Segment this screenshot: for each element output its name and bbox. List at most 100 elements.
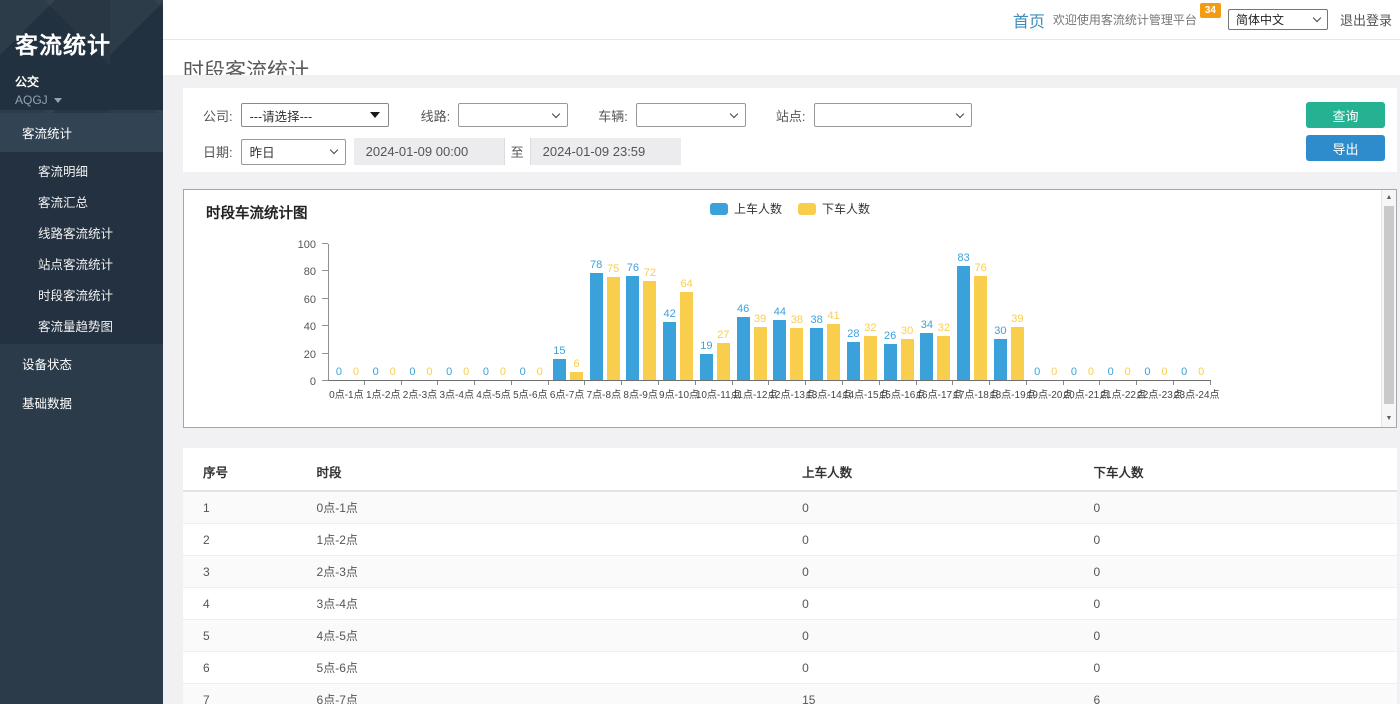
export-button[interactable]: 导出 [1306,135,1385,161]
table-row[interactable]: 54点-5点00 [183,620,1397,652]
sidebar-item-flow-trend[interactable]: 客流量趋势图 [0,310,163,341]
bar-group: 00 [1064,244,1101,380]
vehicle-select[interactable] [636,103,746,127]
chart-scrollbar[interactable]: ▲ ▼ [1381,190,1396,427]
bar-value-label: 15 [553,346,565,357]
bar-value-label: 30 [994,326,1006,337]
bar-col-boarding: 76 [626,263,639,380]
bar-alighting[interactable] [680,292,693,380]
bar-value-label: 44 [774,307,786,318]
table-cell: 0 [1093,491,1397,524]
date-to-input[interactable]: 2024-01-09 23:59 [531,138,681,165]
sidebar-item-device-status[interactable]: 设备状态 [0,344,163,383]
bar-alighting[interactable] [643,281,656,380]
bar-col-alighting: 39 [754,314,767,380]
sidebar-item-period-flow[interactable]: 时段客流统计 [0,279,163,310]
bar-value-label: 32 [864,323,876,334]
bar-boarding[interactable] [957,266,970,380]
bar-col-alighting: 39 [1011,314,1024,380]
bar-boarding[interactable] [773,320,786,380]
table-header-row: 序号 时段 上车人数 下车人数 [183,452,1397,491]
bar-col-boarding: 15 [553,346,566,380]
sidebar-item-base-data[interactable]: 基础数据 [0,383,163,422]
table-cell: 0 [802,588,1093,620]
bar-alighting[interactable] [901,339,914,380]
bar-alighting[interactable] [570,372,583,380]
bar-group: 30 39 [991,244,1028,380]
table-row[interactable]: 32点-3点00 [183,556,1397,588]
bar-boarding[interactable] [810,328,823,380]
bar-boarding[interactable] [553,359,566,380]
bar-alighting[interactable] [827,324,840,380]
table-header-period: 时段 [317,452,803,491]
table-row[interactable]: 43点-4点00 [183,588,1397,620]
station-select[interactable] [814,103,972,127]
bar-boarding[interactable] [847,342,860,380]
bar-boarding[interactable] [590,273,603,380]
bar-col-boarding: 78 [590,260,603,380]
bar-boarding[interactable] [884,344,897,380]
home-link[interactable]: 首页 [1013,8,1045,32]
sidebar-item-flow-summary[interactable]: 客流汇总 [0,186,163,217]
y-tick-label: 80 [304,266,316,278]
bar-boarding[interactable] [920,333,933,380]
logout-link[interactable]: 退出登录 [1340,10,1392,29]
table-row[interactable]: 10点-1点00 [183,491,1397,524]
table-cell: 0 [1093,556,1397,588]
bar-alighting[interactable] [1011,327,1024,380]
table-cell: 0 [1093,524,1397,556]
language-select[interactable]: 简体中文 [1228,9,1328,30]
table-row[interactable]: 21点-2点00 [183,524,1397,556]
sidebar-item-line-flow[interactable]: 线路客流统计 [0,217,163,248]
chart-title: 时段车流统计图 [206,202,308,223]
bar-col-alighting: 75 [607,264,620,380]
bar-col-boarding: 0 [1141,367,1154,380]
sidebar-item-passenger-flow[interactable]: 客流统计 [0,113,163,152]
org-dropdown-label: AQGJ [15,93,48,107]
date-preset-select[interactable]: 昨日 [241,139,346,165]
notification-badge[interactable]: 34 [1200,3,1221,18]
bar-boarding[interactable] [737,317,750,380]
scroll-down-icon[interactable]: ▼ [1382,415,1396,422]
bar-value-label: 0 [463,367,469,378]
bar-alighting[interactable] [754,327,767,380]
table-header-index: 序号 [183,452,317,491]
table-row[interactable]: 65点-6点00 [183,652,1397,684]
bar-value-label: 34 [921,320,933,331]
table-cell: 0 [802,556,1093,588]
bar-alighting[interactable] [607,277,620,380]
x-axis-label: 20点-21点 [1064,381,1101,401]
welcome-text: 欢迎使用客流统计管理平台 [1053,11,1197,28]
sidebar-item-flow-detail[interactable]: 客流明细 [0,155,163,186]
bar-boarding[interactable] [994,339,1007,380]
scroll-up-icon[interactable]: ▲ [1382,194,1396,201]
date-from-input[interactable]: 2024-01-09 00:00 [354,138,504,165]
table-cell: 6点-7点 [317,684,803,704]
bar-group: 00 [1174,244,1211,380]
bar-value-label: 19 [700,341,712,352]
bar-alighting[interactable] [790,328,803,380]
bar-value-label: 38 [791,315,803,326]
sidebar-item-station-flow[interactable]: 站点客流统计 [0,248,163,279]
bar-col-boarding: 0 [1067,367,1080,380]
company-select[interactable]: ---请选择--- [241,103,389,127]
line-select[interactable] [458,103,568,127]
content: 公司: ---请选择--- 线路: 车辆: 站点: [163,75,1400,704]
bar-col-boarding: 46 [737,304,750,380]
bar-alighting[interactable] [937,336,950,380]
bar-alighting[interactable] [717,343,730,380]
scrollbar-thumb[interactable] [1384,206,1394,404]
filter-row-2: 日期: 昨日 2024-01-09 00:00 至 2024-01-09 23:… [203,138,1397,165]
org-dropdown[interactable]: AQGJ [15,93,163,107]
bar-boarding[interactable] [663,322,676,380]
search-button[interactable]: 查询 [1306,102,1385,128]
bar-alighting[interactable] [974,276,987,380]
legend-item-boarding[interactable]: 上车人数 [710,200,782,217]
legend-item-alighting[interactable]: 下车人数 [798,200,870,217]
bar-group: 4264 [660,244,697,380]
table-row[interactable]: 76点-7点156 [183,684,1397,704]
bar-alighting[interactable] [864,336,877,380]
bar-boarding[interactable] [700,354,713,380]
table-cell: 2点-3点 [317,556,803,588]
bar-boarding[interactable] [626,276,639,380]
